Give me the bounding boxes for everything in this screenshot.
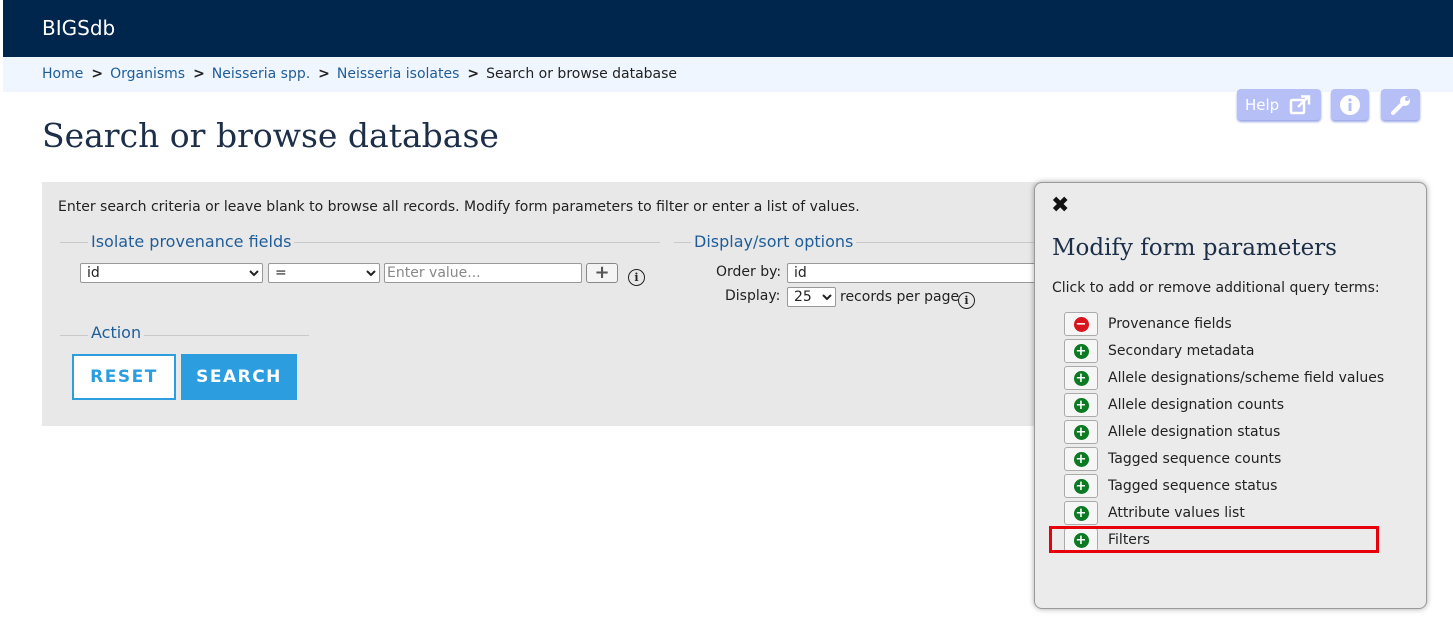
order-by-label: Order by: xyxy=(716,264,782,280)
info-button[interactable] xyxy=(1331,89,1369,120)
wrench-icon xyxy=(1390,95,1410,115)
option-label: Allele designation counts xyxy=(1108,397,1285,413)
plus-circle-icon: + xyxy=(1073,343,1089,359)
option-label: Allele designation status xyxy=(1108,424,1281,440)
help-button[interactable]: Help xyxy=(1237,89,1321,120)
plus-circle-icon: + xyxy=(1073,451,1089,467)
info-icon xyxy=(1340,94,1360,115)
plus-icon: + xyxy=(594,262,610,283)
option-tagged-sequence-status[interactable]: + Tagged sequence status xyxy=(1064,473,1404,498)
value-input[interactable] xyxy=(384,263,582,283)
option-allele-designation-counts[interactable]: + Allele designation counts xyxy=(1064,392,1404,417)
modify-panel-title: Modify form parameters xyxy=(1052,235,1337,261)
display-sort-legend: Display/sort options xyxy=(691,232,857,251)
plus-circle-icon: + xyxy=(1073,505,1089,521)
app-brand[interactable]: BIGSdb xyxy=(42,16,115,40)
search-form: Enter search criteria or leave blank to … xyxy=(42,182,1142,426)
external-link-icon xyxy=(1289,94,1311,114)
modify-panel-hint: Click to add or remove additional query … xyxy=(1052,280,1380,296)
settings-button[interactable] xyxy=(1381,89,1420,120)
toggle-button[interactable]: − xyxy=(1064,312,1098,336)
toggle-button[interactable]: + xyxy=(1064,501,1098,525)
search-intro-text: Enter search criteria or leave blank to … xyxy=(58,199,860,215)
add-field-button[interactable]: + xyxy=(586,263,618,283)
option-label: Provenance fields xyxy=(1108,316,1232,332)
top-bar: BIGSdb xyxy=(3,0,1453,57)
display-info-icon[interactable]: i xyxy=(958,292,975,309)
option-allele-designations[interactable]: + Allele designations/scheme field value… xyxy=(1064,365,1404,390)
minus-circle-icon: − xyxy=(1073,316,1089,332)
action-legend: Action xyxy=(88,323,145,342)
help-label: Help xyxy=(1245,95,1280,114)
option-label: Attribute values list xyxy=(1108,505,1245,521)
breadcrumb-neisseria-spp[interactable]: Neisseria spp. xyxy=(212,66,310,82)
provenance-field-select[interactable]: id xyxy=(80,263,263,283)
search-button[interactable]: SEARCH xyxy=(181,354,297,400)
toggle-button[interactable]: + xyxy=(1064,339,1098,363)
toggle-button[interactable]: + xyxy=(1064,474,1098,498)
option-label: Tagged sequence counts xyxy=(1108,451,1282,467)
plus-circle-icon: + xyxy=(1073,397,1089,413)
breadcrumb-separator: > xyxy=(318,66,330,82)
option-tagged-sequence-counts[interactable]: + Tagged sequence counts xyxy=(1064,446,1404,471)
breadcrumb-separator: > xyxy=(193,66,205,82)
page-title: Search or browse database xyxy=(42,116,499,155)
plus-circle-icon: + xyxy=(1073,478,1089,494)
display-label: Display: xyxy=(725,288,781,304)
option-label: Tagged sequence status xyxy=(1108,478,1278,494)
breadcrumb-home[interactable]: Home xyxy=(42,66,83,82)
toggle-button[interactable]: + xyxy=(1064,366,1098,390)
breadcrumb-separator: > xyxy=(91,66,104,82)
provenance-legend: Isolate provenance fields xyxy=(88,232,295,251)
option-secondary-metadata[interactable]: + Secondary metadata xyxy=(1064,338,1404,363)
operator-select[interactable]: = xyxy=(268,263,380,283)
filters-highlight-box xyxy=(1049,526,1379,553)
option-attribute-values-list[interactable]: + Attribute values list xyxy=(1064,500,1404,525)
display-count-select[interactable]: 25 xyxy=(787,287,836,307)
reset-button[interactable]: RESET xyxy=(72,354,176,400)
toggle-button[interactable]: + xyxy=(1064,420,1098,444)
breadcrumb-organisms[interactable]: Organisms xyxy=(110,66,185,82)
close-icon[interactable]: ✖ xyxy=(1051,195,1069,217)
option-allele-designation-status[interactable]: + Allele designation status xyxy=(1064,419,1404,444)
plus-circle-icon: + xyxy=(1073,370,1089,386)
breadcrumb-neisseria-isolates[interactable]: Neisseria isolates xyxy=(337,66,459,82)
breadcrumb-current: Search or browse database xyxy=(486,66,678,82)
toggle-button[interactable]: + xyxy=(1064,447,1098,471)
plus-circle-icon: + xyxy=(1073,424,1089,440)
option-label: Allele designations/scheme field values xyxy=(1108,370,1385,386)
provenance-info-icon[interactable]: i xyxy=(628,269,645,286)
records-per-page-label: records per page xyxy=(840,289,960,305)
breadcrumb-separator: > xyxy=(467,66,480,82)
option-provenance-fields[interactable]: − Provenance fields xyxy=(1064,311,1404,336)
toggle-button[interactable]: + xyxy=(1064,393,1098,417)
breadcrumb: Home > Organisms > Neisseria spp. > Neisseria … xyxy=(3,57,1453,92)
option-label: Secondary metadata xyxy=(1108,343,1255,359)
